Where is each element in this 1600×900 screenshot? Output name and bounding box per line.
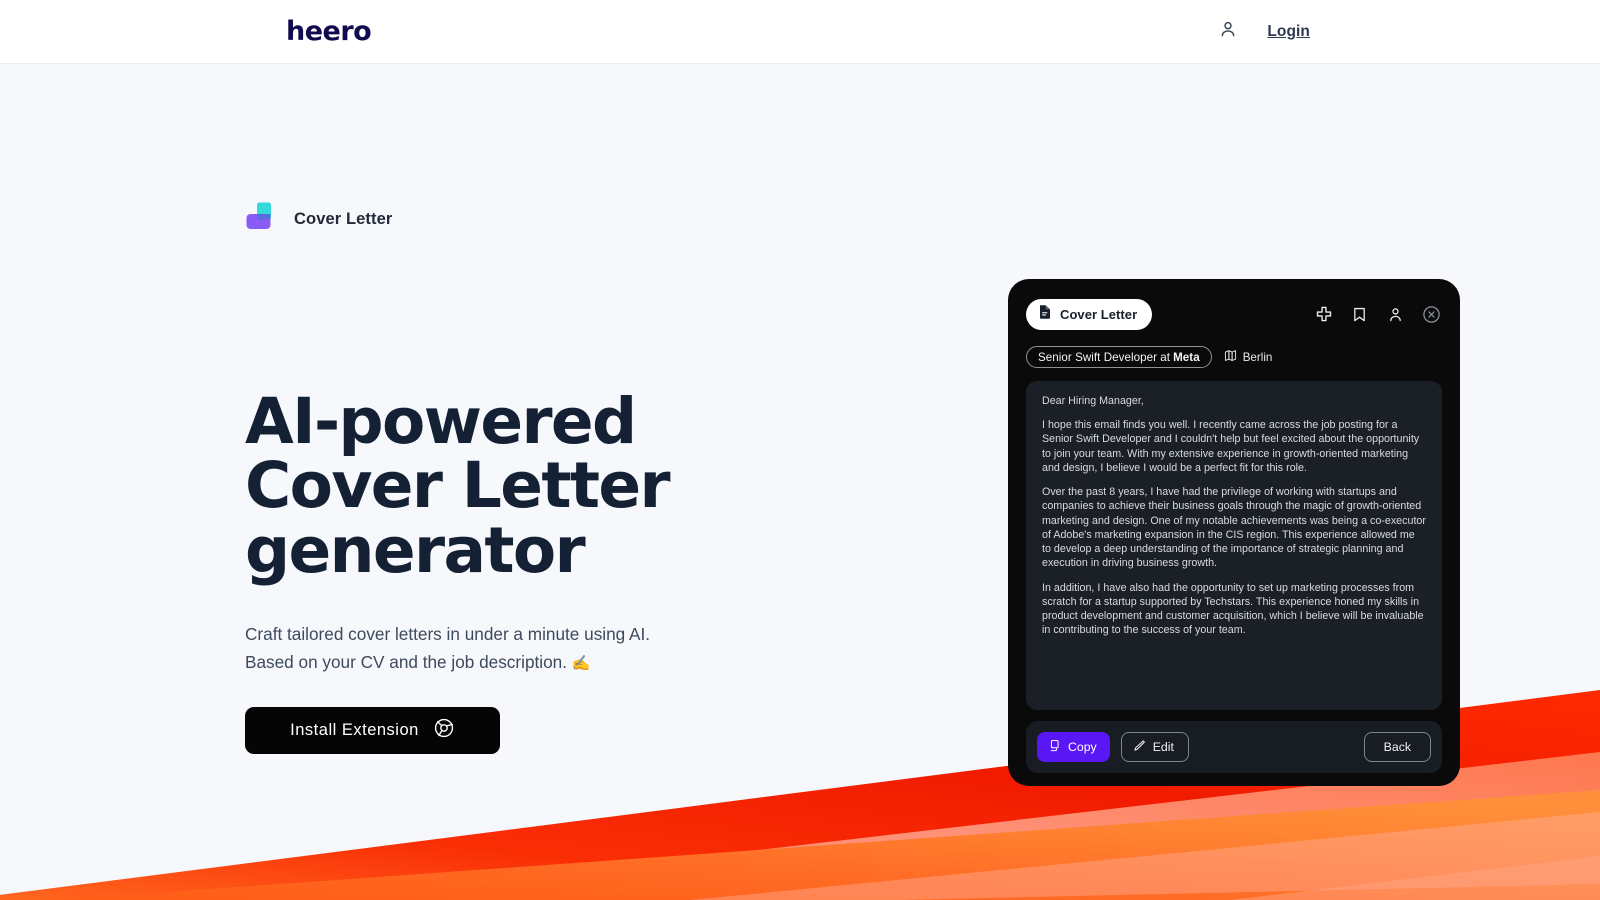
- letter-paragraph: I hope this email finds you well. I rece…: [1042, 419, 1420, 474]
- edit-button-label: Edit: [1152, 740, 1174, 754]
- writing-hand-emoji: ✍️: [571, 653, 591, 672]
- install-extension-button[interactable]: Install Extension: [245, 707, 500, 755]
- hero-subtitle-line1: Craft tailored cover letters in under a …: [245, 623, 651, 644]
- document-icon: [1038, 304, 1052, 324]
- cover-letter-logo-icon: [245, 201, 281, 237]
- job-location: Berlin: [1224, 349, 1273, 365]
- job-title-prefix: Senior Swift Developer at: [1038, 350, 1171, 364]
- close-circle-icon[interactable]: [1421, 304, 1442, 325]
- letter-salutation: Dear Hiring Manager,: [1042, 395, 1144, 407]
- job-title-pill[interactable]: Senior Swift Developer at Meta: [1026, 346, 1212, 368]
- copy-icon: [1048, 739, 1061, 755]
- site-header: heero Login: [0, 0, 1600, 64]
- cover-letter-logo-svg: [246, 202, 271, 229]
- widget-footer: Copy Edit Back: [1026, 721, 1442, 773]
- hero-subtitle: Craft tailored cover letters in under a …: [245, 621, 715, 677]
- pencil-icon: [1133, 739, 1146, 755]
- document-icon-svg: [1039, 305, 1050, 319]
- page-title: AI-powered Cover Letter generator: [245, 385, 671, 587]
- bookmark-icon[interactable]: [1349, 304, 1370, 325]
- widget-action-group: [1313, 304, 1442, 325]
- brand-logo[interactable]: heero: [286, 16, 372, 47]
- letter-paragraph: In addition, I have also had the opportu…: [1042, 581, 1424, 637]
- plus-icon[interactable]: [1313, 304, 1334, 325]
- product-badge-label: Cover Letter: [294, 209, 393, 228]
- widget-toolbar: Cover Letter: [1019, 291, 1449, 337]
- job-location-label: Berlin: [1242, 350, 1273, 364]
- hero-subtitle-line2: Based on your CV and the job description…: [245, 651, 567, 672]
- edit-button[interactable]: Edit: [1120, 732, 1189, 762]
- back-button[interactable]: Back: [1363, 732, 1431, 762]
- widget-job-meta-row: Senior Swift Developer at Meta Berlin: [1019, 337, 1449, 371]
- extension-widget-preview: Cover Letter Senior Swift Developer at M…: [1008, 279, 1460, 786]
- chrome-browser-icon: [433, 717, 455, 744]
- cover-letter-text-area[interactable]: Dear Hiring Manager, I hope this email f…: [1026, 381, 1442, 710]
- map-icon: [1224, 349, 1237, 365]
- widget-mode-label: Cover Letter: [1060, 306, 1138, 322]
- widget-mode-pill[interactable]: Cover Letter: [1026, 298, 1153, 330]
- back-button-label: Back: [1383, 740, 1411, 754]
- copy-button[interactable]: Copy: [1037, 732, 1110, 762]
- user-icon[interactable]: [1385, 304, 1406, 325]
- header-right-group: Login: [1218, 19, 1310, 44]
- product-badge: Cover Letter: [245, 201, 1600, 237]
- user-icon[interactable]: [1218, 19, 1238, 44]
- job-company: Meta: [1173, 350, 1200, 364]
- copy-button-label: Copy: [1068, 740, 1097, 754]
- login-link[interactable]: Login: [1267, 23, 1310, 41]
- install-extension-label: Install Extension: [290, 721, 419, 740]
- letter-paragraph: Over the past 8 years, I have had the pr…: [1042, 486, 1426, 570]
